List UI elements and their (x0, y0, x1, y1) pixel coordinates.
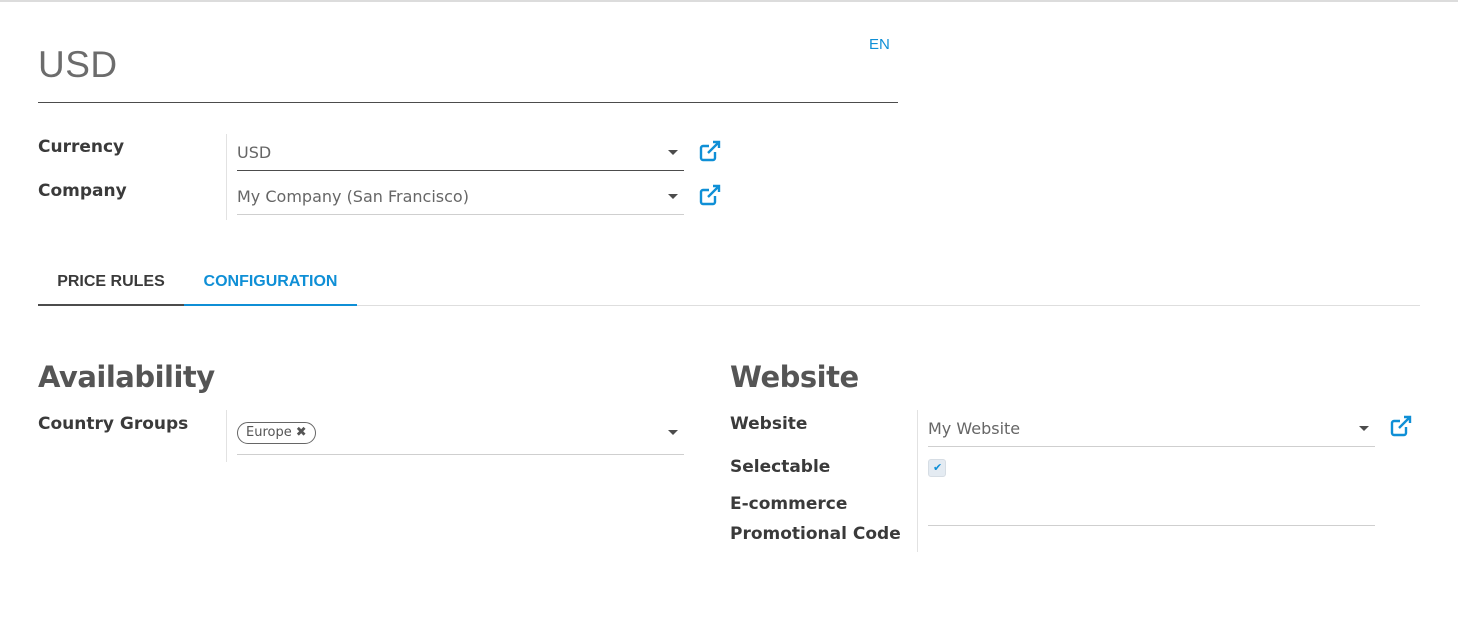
field-separator (917, 410, 918, 552)
x-icon[interactable]: ✖ (296, 425, 307, 440)
country-group-tag: Europe ✖ (237, 422, 316, 444)
website-value: My Website (928, 419, 1021, 438)
website-section-title: Website (730, 360, 859, 394)
field-separator (226, 410, 227, 462)
currency-select[interactable]: USD (237, 135, 684, 171)
company-select[interactable]: My Company (San Francisco) (237, 179, 684, 215)
external-link-icon[interactable] (698, 183, 722, 207)
title-field[interactable]: USD (38, 44, 898, 103)
website-label: Website (730, 414, 808, 434)
currency-value: USD (237, 143, 272, 162)
promo-code-label-line2: Promotional Code (730, 524, 901, 544)
selectable-checkbox[interactable]: ✔ (928, 459, 946, 477)
chevron-down-icon[interactable] (1359, 426, 1369, 431)
company-label: Company (38, 181, 127, 201)
country-groups-label: Country Groups (38, 414, 189, 434)
field-separator (226, 134, 227, 220)
availability-title: Availability (38, 360, 215, 394)
page-title: USD (38, 44, 118, 85)
chevron-down-icon[interactable] (668, 150, 678, 155)
chevron-down-icon[interactable] (668, 194, 678, 199)
top-border (0, 0, 1458, 2)
promo-code-label-line1: E-commerce (730, 494, 848, 514)
promo-code-input[interactable] (928, 490, 1375, 526)
country-groups-select[interactable]: Europe ✖ (237, 412, 684, 455)
language-button[interactable]: EN (869, 36, 890, 53)
external-link-icon[interactable] (698, 139, 722, 163)
check-icon: ✔ (933, 461, 943, 474)
website-select[interactable]: My Website (928, 411, 1375, 447)
chevron-down-icon[interactable] (668, 430, 678, 435)
currency-label: Currency (38, 137, 125, 157)
tab-price-rules[interactable]: PRICE RULES (38, 264, 184, 306)
external-link-icon[interactable] (1389, 414, 1413, 438)
tab-bar: PRICE RULES CONFIGURATION (38, 264, 1420, 306)
country-group-tag-label: Europe (246, 425, 292, 440)
selectable-label: Selectable (730, 457, 831, 477)
tab-configuration[interactable]: CONFIGURATION (184, 264, 357, 306)
company-value: My Company (San Francisco) (237, 187, 469, 206)
